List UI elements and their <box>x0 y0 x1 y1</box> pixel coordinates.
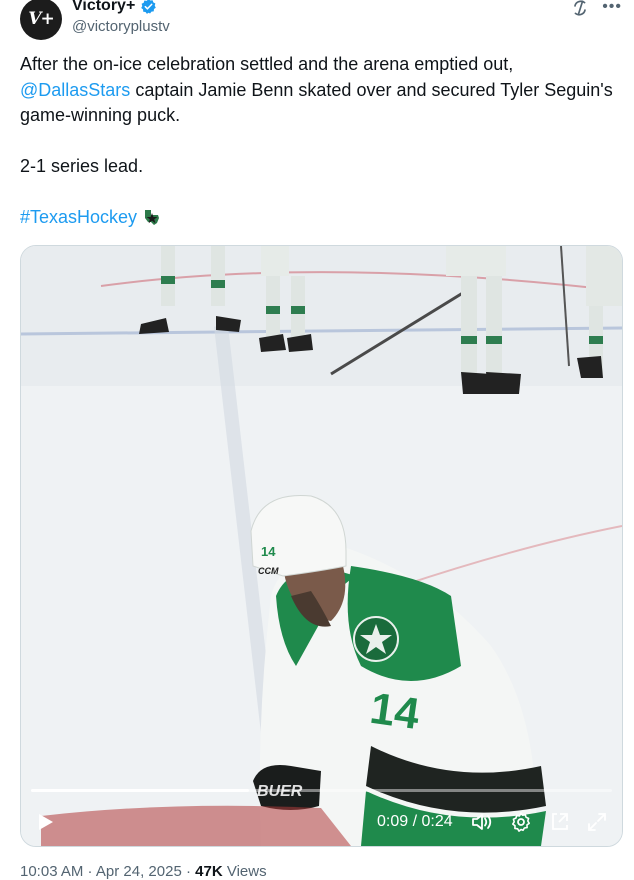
tweet-meta: 10:03 AM · Apr 24, 2025 · 47K Views <box>20 863 267 880</box>
play-button[interactable] <box>33 810 57 834</box>
avatar[interactable]: V+ <box>20 0 62 40</box>
author-display-name[interactable]: Victory+ <box>72 0 135 15</box>
volume-button[interactable] <box>470 810 494 834</box>
tweet-line-2-rest: captain Jamie Benn skated over and secur… <box>130 79 613 100</box>
video-progress-fill <box>31 789 249 792</box>
meta-separator-2: · <box>181 863 196 880</box>
settings-button[interactable] <box>509 810 533 834</box>
gear-icon <box>511 812 530 832</box>
tweet-line-4: 2-1 series lead. <box>20 156 144 176</box>
tweet-header: V+ Victory+ @victoryplustv ••• <box>20 0 626 42</box>
video-frame: 14 14 CCM BUER <box>21 246 622 846</box>
video-time: 0:09 / 0:24 <box>377 813 453 830</box>
texas-stars-emoji-icon <box>145 210 160 225</box>
video-player[interactable]: 14 14 CCM BUER 0:09 / 0:24 <box>20 245 623 847</box>
views-count[interactable]: 47K <box>195 863 223 880</box>
views-label: Views <box>222 863 267 880</box>
tweet-time[interactable]: 10:03 AM <box>20 863 83 880</box>
verified-badge-icon <box>141 0 157 14</box>
video-controls: 0:09 / 0:24 <box>21 794 622 846</box>
jersey-number: 14 <box>367 684 423 739</box>
video-progress-bar[interactable] <box>31 789 612 792</box>
fullscreen-icon <box>588 813 606 831</box>
avatar-logo: V+ <box>28 9 54 29</box>
tweet-line-1: After the on-ice celebration settled and… <box>20 54 514 74</box>
hashtag-link[interactable]: #TexasHockey <box>20 207 137 227</box>
helmet-number: 14 <box>261 544 276 559</box>
author-name-row[interactable]: Victory+ <box>72 0 157 15</box>
fullscreen-button[interactable] <box>585 810 609 834</box>
tweet-line-5: #TexasHockey <box>20 205 626 231</box>
volume-icon <box>472 814 492 830</box>
more-options-icon[interactable]: ••• <box>602 0 622 16</box>
meta-separator-1: · <box>83 863 96 880</box>
tweet-text: After the on-ice celebration settled and… <box>20 52 626 231</box>
pip-icon <box>552 813 568 830</box>
picture-in-picture-button[interactable] <box>548 810 572 834</box>
author-handle[interactable]: @victoryplustv <box>72 18 170 35</box>
mention-link[interactable]: @DallasStars <box>20 80 130 100</box>
play-icon <box>39 814 53 830</box>
tweet-date[interactable]: Apr 24, 2025 <box>96 863 182 880</box>
helmet-brand: CCM <box>258 566 279 576</box>
grok-icon[interactable] <box>570 0 590 18</box>
tweet-line-2: @DallasStars captain Jamie Benn skated o… <box>20 78 626 104</box>
tweet-line-3: game-winning puck. <box>20 105 181 125</box>
